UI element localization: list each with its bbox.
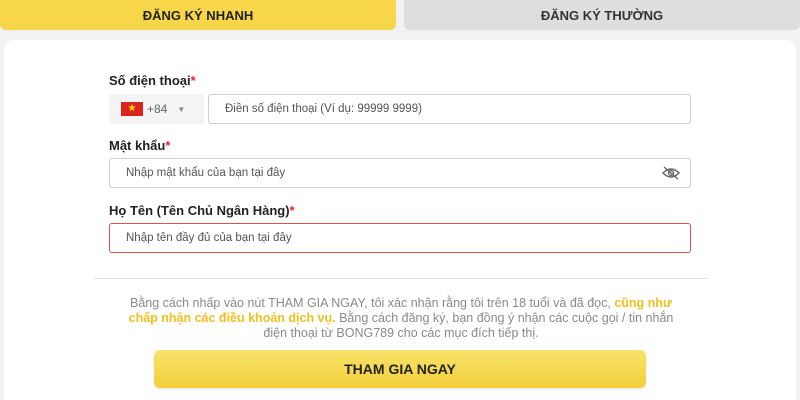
password-label: Mật khẩu* xyxy=(109,138,171,153)
required-mark: * xyxy=(190,73,196,88)
phone-input[interactable]: Điền số điện thoại (Ví dụ: 99999 9999) xyxy=(208,94,691,124)
fullname-label: Họ Tên (Tên Chủ Ngân Hàng)* xyxy=(109,203,295,218)
join-now-button[interactable]: THAM GIA NGAY xyxy=(154,350,646,388)
phone-label: Số điện thoại* xyxy=(109,73,196,88)
country-code: +84 xyxy=(147,102,168,116)
fullname-placeholder: Nhập tên đầy đủ của bạn tại đây xyxy=(126,232,292,244)
required-mark: * xyxy=(165,138,171,153)
eye-off-icon[interactable] xyxy=(662,166,680,180)
terms-text: Bằng cách nhấp vào nút THAM GIA NGAY, tô… xyxy=(128,296,674,340)
registration-tabs: ĐĂNG KÝ NHANH ĐĂNG KÝ THƯỜNG xyxy=(0,0,800,32)
tab-normal-register[interactable]: ĐĂNG KÝ THƯỜNG xyxy=(404,0,800,30)
country-code-select[interactable]: ★ +84 ▼ xyxy=(109,94,204,124)
chevron-down-icon: ▼ xyxy=(177,104,186,114)
tab-quick-register[interactable]: ĐĂNG KÝ NHANH xyxy=(0,0,396,30)
required-mark: * xyxy=(289,203,295,218)
phone-placeholder: Điền số điện thoại (Ví dụ: 99999 9999) xyxy=(225,103,422,115)
password-placeholder: Nhập mật khẩu của bạn tại đây xyxy=(126,167,286,179)
fullname-input[interactable]: Nhập tên đầy đủ của bạn tại đây xyxy=(109,223,691,253)
divider xyxy=(94,278,708,279)
vietnam-flag-icon: ★ xyxy=(121,102,143,116)
password-input[interactable]: Nhập mật khẩu của bạn tại đây xyxy=(109,158,691,188)
